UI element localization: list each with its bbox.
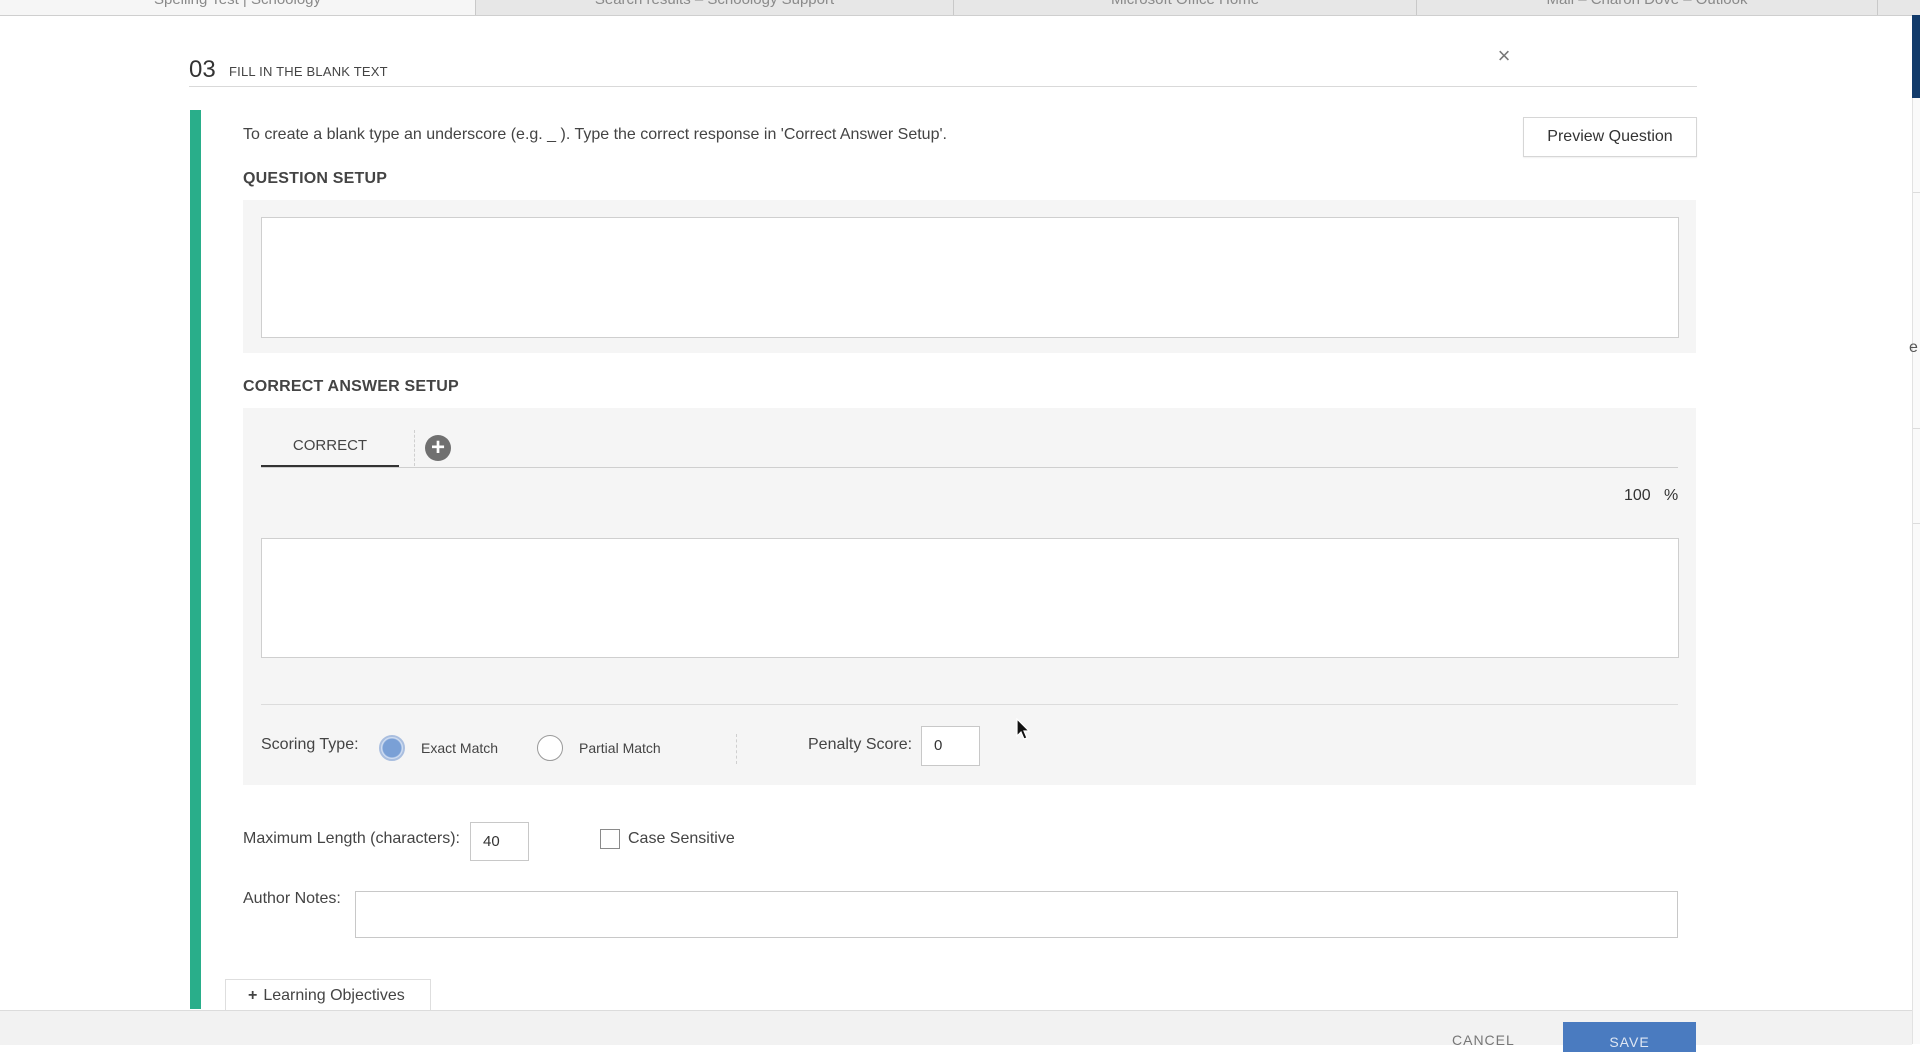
edge-divider	[1913, 428, 1920, 429]
instructions-text: To create a blank type an underscore (e.…	[243, 126, 947, 143]
author-notes-input[interactable]	[355, 891, 1678, 938]
correct-answer-editor[interactable]	[261, 538, 1679, 658]
browser-tab-schoology[interactable]: Spelling Test | Schoology	[0, 0, 476, 15]
browser-tab-label: Search results – Schoology Support	[595, 0, 834, 8]
partial-match-radio[interactable]	[537, 735, 563, 761]
case-sensitive-label: Case Sensitive	[628, 830, 735, 847]
score-percent-value[interactable]: 100	[1624, 487, 1651, 505]
partial-match-label: Partial Match	[579, 740, 661, 756]
tab-separator	[414, 430, 415, 466]
browser-tab-label: Microsoft Office Home	[1111, 0, 1259, 8]
browser-tab-strip: Spelling Test | Schoology Search results…	[0, 0, 1920, 16]
exact-match-radio[interactable]	[379, 735, 405, 761]
browser-tab-office[interactable]: Microsoft Office Home	[954, 0, 1417, 15]
question-text-editor[interactable]	[261, 217, 1679, 338]
panel-divider	[261, 704, 1678, 705]
max-length-label: Maximum Length (characters):	[243, 830, 460, 847]
penalty-score-label: Penalty Score:	[808, 736, 913, 753]
question-accent-bar	[190, 110, 201, 1009]
max-length-input[interactable]: 40	[470, 822, 529, 861]
close-icon[interactable]: ×	[1494, 44, 1514, 68]
add-answer-icon[interactable]: +	[425, 435, 451, 461]
plus-icon: +	[248, 987, 258, 1004]
background-page-accent	[1912, 15, 1920, 98]
edge-divider	[1913, 192, 1920, 193]
browser-tab-support[interactable]: Search results – Schoology Support	[476, 0, 954, 15]
background-page-text: e	[1909, 339, 1918, 356]
tabs-underline	[261, 467, 1678, 468]
percent-sign: %	[1664, 487, 1679, 504]
question-setup-title: QUESTION SETUP	[243, 170, 388, 187]
question-header: 03 FILL IN THE BLANK TEXT	[189, 52, 1697, 87]
edge-divider	[1913, 523, 1920, 524]
learning-objectives-label: Learning Objectives	[263, 987, 405, 1004]
mouse-cursor-icon	[1016, 718, 1031, 740]
correct-answer-title: CORRECT ANSWER SETUP	[243, 378, 459, 395]
background-page-edge	[1912, 15, 1920, 1044]
learning-objectives-button[interactable]: + Learning Objectives	[225, 979, 431, 1011]
penalty-score-input[interactable]: 0	[921, 726, 980, 766]
exact-match-label: Exact Match	[421, 740, 499, 756]
browser-tab-outlook[interactable]: Mail – Charon Dove – Outlook	[1417, 0, 1878, 15]
author-notes-label: Author Notes:	[243, 890, 341, 907]
scoring-separator	[736, 734, 737, 764]
case-sensitive-checkbox[interactable]	[600, 829, 620, 849]
question-type: FILL IN THE BLANK TEXT	[229, 64, 388, 79]
preview-question-button[interactable]: Preview Question	[1523, 117, 1697, 157]
browser-tab-label: Mail – Charon Dove – Outlook	[1547, 0, 1748, 8]
browser-tab-label: Spelling Test | Schoology	[154, 0, 321, 8]
cancel-button[interactable]: CANCEL	[1452, 1032, 1515, 1048]
tab-correct[interactable]: CORRECT	[261, 431, 399, 468]
scoring-type-label: Scoring Type:	[261, 736, 359, 753]
question-number: 03	[189, 56, 216, 83]
save-button[interactable]: SAVE	[1563, 1022, 1696, 1052]
